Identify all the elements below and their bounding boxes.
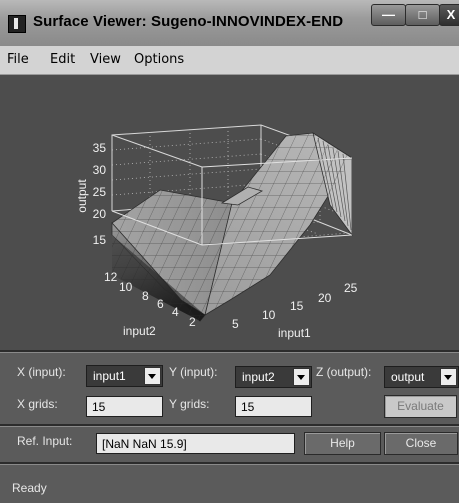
x-input-label: X (input): xyxy=(17,365,66,379)
y-tick-label: 10 xyxy=(119,280,133,294)
chevron-down-icon xyxy=(144,367,161,385)
y-tick-label: 6 xyxy=(157,297,164,311)
x-grids-input[interactable]: 15 xyxy=(86,396,163,417)
chevron-down-icon xyxy=(293,368,310,386)
menu-bar: File Edit View Options xyxy=(0,46,459,75)
y-input-value: input2 xyxy=(242,370,275,384)
evaluate-button[interactable]: Evaluate xyxy=(384,395,457,418)
help-button[interactable]: Help xyxy=(304,432,381,455)
window-title: Surface Viewer: Sugeno-INNOVINDEX-END xyxy=(33,13,344,30)
y-axis-label: input2 xyxy=(123,324,156,338)
status-text: Ready xyxy=(12,481,47,495)
x-grids-value: 15 xyxy=(92,400,106,414)
title-bar[interactable]: Surface Viewer: Sugeno-INNOVINDEX-END — … xyxy=(0,0,459,46)
y-input-select[interactable]: input2 xyxy=(235,366,312,388)
x-tick-label: 25 xyxy=(344,281,358,295)
y-tick-label: 4 xyxy=(172,305,179,319)
chevron-down-icon xyxy=(440,368,457,386)
surface-viewer-window: Surface Viewer: Sugeno-INNOVINDEX-END — … xyxy=(0,0,459,503)
x-axis-label: input1 xyxy=(278,326,311,340)
x-input-select[interactable]: input1 xyxy=(86,365,163,387)
menu-file[interactable]: File xyxy=(7,52,29,67)
z-tick-label: 30 xyxy=(93,163,107,177)
maximize-button[interactable]: □ xyxy=(405,4,440,26)
z-tick-label: 35 xyxy=(93,141,107,155)
x-grids-label: X grids: xyxy=(17,397,58,411)
y-grids-label: Y grids: xyxy=(169,397,210,411)
menu-options[interactable]: Options xyxy=(134,52,184,67)
y-tick-label: 2 xyxy=(189,315,196,329)
z-tick-label: 25 xyxy=(93,185,107,199)
ref-input-field[interactable]: [NaN NaN 15.9] xyxy=(96,433,295,454)
y-input-label: Y (input): xyxy=(169,365,218,379)
x-tick-label: 15 xyxy=(290,299,304,313)
close-button[interactable]: Close xyxy=(384,432,458,455)
ref-input-label: Ref. Input: xyxy=(17,434,73,448)
y-grids-value: 15 xyxy=(241,400,255,414)
z-output-value: output xyxy=(391,370,425,384)
y-tick-label: 8 xyxy=(142,289,149,303)
controls-panel: X (input): input1 Y (input): input2 Z (o… xyxy=(0,350,459,503)
x-tick-label: 5 xyxy=(232,317,239,331)
x-tick-label: 20 xyxy=(318,291,332,305)
divider xyxy=(0,462,459,465)
z-output-label: Z (output): xyxy=(316,365,372,379)
close-window-button[interactable]: X xyxy=(439,4,459,26)
ref-input-value: [NaN NaN 15.9] xyxy=(102,437,187,451)
divider xyxy=(0,350,459,353)
divider xyxy=(0,424,459,427)
surface-plot-area[interactable]: 35 30 25 20 15 output 12 10 8 6 4 2 inpu… xyxy=(0,75,459,350)
z-tick-label: 15 xyxy=(93,233,107,247)
surface-plot[interactable]: 35 30 25 20 15 output 12 10 8 6 4 2 inpu… xyxy=(0,75,459,350)
y-grids-input[interactable]: 15 xyxy=(235,396,312,417)
z-tick-label: 20 xyxy=(93,207,107,221)
menu-edit[interactable]: Edit xyxy=(50,52,75,67)
y-tick-label: 12 xyxy=(104,270,118,284)
matlab-app-icon xyxy=(8,15,26,33)
z-axis-label: output xyxy=(75,179,89,213)
x-input-value: input1 xyxy=(93,369,126,383)
minimize-button[interactable]: — xyxy=(371,4,406,26)
menu-view[interactable]: View xyxy=(90,52,121,67)
z-output-select[interactable]: output xyxy=(384,366,459,388)
x-tick-label: 10 xyxy=(262,308,276,322)
